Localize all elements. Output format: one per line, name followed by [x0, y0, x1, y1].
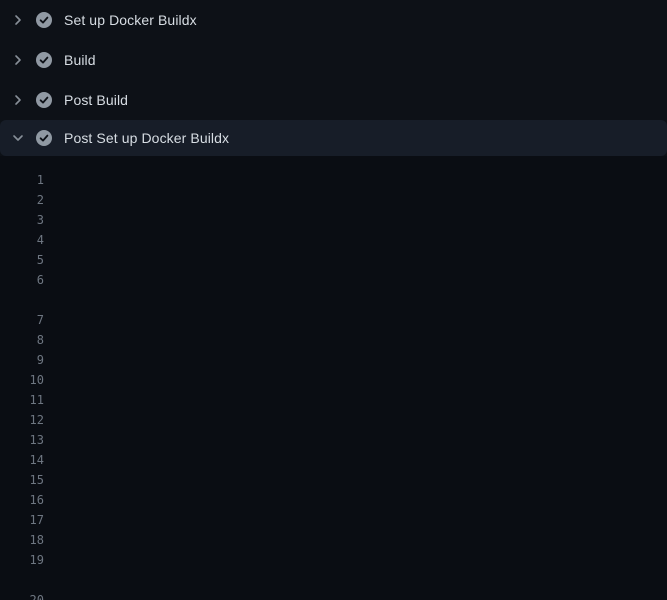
chevron-down-icon	[10, 130, 26, 146]
log-line: 18 time="2021-04-23T18:02:38Z" level=deb…	[0, 530, 667, 550]
log-line: 6 time="2021-04-23T18:02:37Z" level=info…	[0, 270, 667, 290]
log-line-number[interactable]: 10	[0, 370, 44, 390]
step-row-post-set-up-docker-buildx[interactable]: Post Set up Docker Buildx	[0, 120, 667, 156]
log-line: 1 Post job cleanup.	[0, 170, 667, 190]
step-label: Set up Docker Buildx	[64, 12, 197, 28]
check-circle-icon	[36, 52, 52, 68]
log-line: 10 time="2021-04-23T18:02:37Z" level=inf…	[0, 370, 667, 390]
chevron-right-icon	[10, 92, 26, 108]
log-line-number[interactable]: 18	[0, 530, 44, 550]
log-line-number[interactable]: 19	[0, 550, 44, 570]
log-line: 7 time="2021-04-23T18:02:37Z" level=warn…	[0, 310, 667, 330]
log-line-number[interactable]: 15	[0, 470, 44, 490]
log-line-number[interactable]: 20	[0, 590, 44, 600]
step-label: Post Set up Docker Buildx	[64, 130, 229, 146]
log-line-number[interactable]: 8	[0, 330, 44, 350]
steps-list: Set up Docker Buildx Build Post Build Po…	[0, 0, 667, 156]
step-label: Build	[64, 52, 96, 68]
log-line: 19 time="2021-04-23T18:02:38Z" level=deb…	[0, 550, 667, 570]
log-line-number[interactable]: 11	[0, 390, 44, 410]
step-row-post-build[interactable]: Post Build	[0, 80, 667, 120]
step-row-build[interactable]: Build	[0, 40, 667, 80]
log-line: 11 time="2021-04-23T18:02:38Z" level=deb…	[0, 390, 667, 410]
log-line: 16 time="2021-04-23T18:02:38Z" level=deb…	[0, 490, 667, 510]
log-line: linux/riscv64 linux/ppc64le linux/s390x …	[0, 290, 667, 310]
log-line: application/vnd.oci.image.index.v1+json,…	[0, 570, 667, 590]
log-viewer: 1 Post job cleanup. 2 ▼BuildKit containe…	[0, 156, 667, 600]
log-line: 17 time="2021-04-23T18:02:38Z" level=deb…	[0, 510, 667, 530]
chevron-right-icon	[10, 52, 26, 68]
log-line-number[interactable]: 5	[0, 250, 44, 270]
log-line-number[interactable]: 6	[0, 270, 44, 290]
log-line: 14 time="2021-04-23T18:02:38Z" level=deb…	[0, 450, 667, 470]
log-line[interactable]: 2 ▼BuildKit container logs	[0, 190, 667, 210]
log-line: 5 time="2021-04-23T18:02:37Z" level=warn…	[0, 250, 667, 270]
log-line: 3 /usr/bin/docker logs buildx_buildkit_b…	[0, 210, 667, 230]
log-line-number[interactable]: 17	[0, 510, 44, 530]
log-line: 12 time="2021-04-23T18:02:38Z" level=deb…	[0, 410, 667, 430]
chevron-right-icon	[10, 12, 26, 28]
check-circle-icon	[36, 130, 52, 146]
log-line-number[interactable]: 4	[0, 230, 44, 250]
log-line-number[interactable]: 14	[0, 450, 44, 470]
check-circle-icon	[36, 12, 52, 28]
log-line: 9 time="2021-04-23T18:02:37Z" level=warn…	[0, 350, 667, 370]
log-line-number[interactable]: 16	[0, 490, 44, 510]
log-line: 8 time="2021-04-23T18:02:37Z" level=info…	[0, 330, 667, 350]
log-line-number[interactable]: 7	[0, 310, 44, 330]
log-line-number[interactable]: 12	[0, 410, 44, 430]
log-line-number[interactable]: 9	[0, 350, 44, 370]
log-line-number[interactable]: 1	[0, 170, 44, 190]
log-line: 13 time="2021-04-23T18:02:38Z" level=deb…	[0, 430, 667, 450]
log-line-number[interactable]: 3	[0, 210, 44, 230]
log-line: 4 time="2021-04-23T18:02:37Z" level=info…	[0, 230, 667, 250]
log-line-number[interactable]: 13	[0, 430, 44, 450]
check-circle-icon	[36, 92, 52, 108]
log-line: 15 time="2021-04-23T18:02:38Z" level=deb…	[0, 470, 667, 490]
step-label: Post Build	[64, 92, 128, 108]
step-row-set-up-docker-buildx[interactable]: Set up Docker Buildx	[0, 0, 667, 40]
log-line: 20 time="2021-04-23T18:02:38Z" level=deb…	[0, 590, 667, 600]
log-line-number[interactable]: 2	[0, 190, 44, 210]
